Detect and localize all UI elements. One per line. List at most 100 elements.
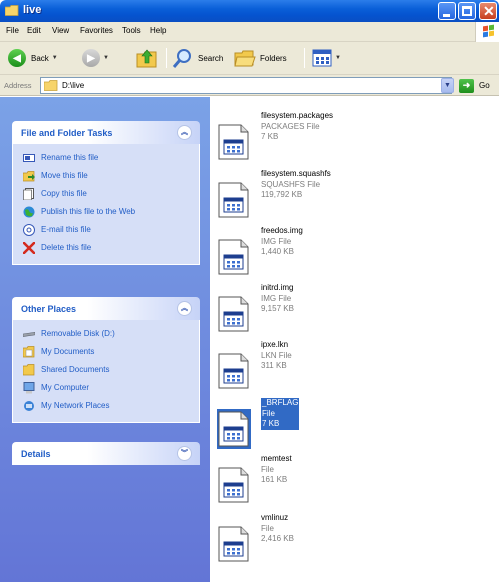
toolbar-separator: [304, 48, 305, 68]
file-size: 161 KB: [261, 475, 288, 484]
place-label: Shared Documents: [41, 365, 110, 374]
file-name: initrd.img: [261, 283, 294, 292]
go-arrow-icon[interactable]: ➜: [459, 79, 474, 93]
close-icon: ✕: [483, 3, 495, 19]
place-network-places[interactable]: My Network Places: [13, 398, 199, 416]
task-move[interactable]: Move this file: [13, 168, 199, 186]
up-folder-icon: [136, 49, 157, 68]
file-item[interactable]: freedos.img IMG File 1,440 KB: [210, 226, 499, 280]
place-removable-disk[interactable]: Removable Disk (D:): [13, 326, 199, 344]
panel-header[interactable]: Other Places ︽: [12, 297, 200, 320]
details-panel: Details ︾: [12, 442, 200, 465]
folder-icon: [5, 5, 19, 16]
task-delete[interactable]: Delete this file: [13, 240, 199, 258]
forward-dropdown-icon[interactable]: ▼: [103, 55, 109, 61]
back-dropdown-icon[interactable]: ▼: [52, 55, 58, 61]
collapse-icon[interactable]: ︽: [177, 125, 192, 140]
file-type: File: [261, 464, 274, 474]
file-item[interactable]: ipxe.lkn LKN File 311 KB: [210, 340, 499, 394]
place-my-computer[interactable]: My Computer: [13, 380, 199, 398]
place-label: My Network Places: [41, 401, 110, 410]
folders-label: Folders: [260, 53, 287, 63]
folders-button[interactable]: Folders: [234, 46, 287, 70]
file-type: IMG File: [261, 293, 292, 303]
menu-file[interactable]: File: [6, 26, 19, 35]
menu-favorites[interactable]: Favorites: [80, 26, 113, 35]
views-dropdown-icon: ▼: [335, 55, 341, 61]
move-icon: [23, 171, 35, 182]
panel-title: File and Folder Tasks: [21, 128, 113, 138]
chevron-down-icon: ▼: [444, 82, 451, 89]
file-size: 9,157 KB: [261, 304, 294, 313]
file-item[interactable]: filesystem.packages PACKAGES File 7 KB: [210, 111, 499, 165]
task-rename[interactable]: Rename this file: [13, 150, 199, 168]
minimize-icon: [443, 14, 450, 17]
file-info: filesystem.packages PACKAGES File 7 KB: [261, 111, 333, 143]
task-label: Copy this file: [41, 189, 87, 198]
task-label: Move this file: [41, 171, 88, 180]
file-icon: [218, 124, 249, 160]
menu-edit[interactable]: Edit: [27, 26, 41, 35]
address-input[interactable]: D:\live: [40, 77, 452, 94]
address-label: Address: [4, 81, 32, 90]
maximize-button[interactable]: [458, 2, 476, 20]
title-bar[interactable]: live ✕: [0, 0, 499, 22]
views-icon: [312, 49, 332, 67]
place-my-documents[interactable]: My Documents: [13, 344, 199, 362]
file-item[interactable]: filesystem.squashfs SQUASHFS File 119,79…: [210, 169, 499, 223]
network-places-icon: [24, 401, 34, 411]
file-type: File: [262, 408, 275, 418]
views-button[interactable]: ▼: [312, 46, 341, 70]
forward-button[interactable]: ▶ ▼: [82, 46, 109, 70]
maximize-icon: [462, 6, 472, 16]
file-info: _BRFLAG File 7 KB: [261, 398, 300, 430]
close-button[interactable]: ✕: [479, 2, 497, 20]
panel-header[interactable]: Details ︾: [12, 442, 200, 465]
file-folder-tasks-panel: File and Folder Tasks ︽ Rename this file…: [12, 121, 200, 265]
task-publish[interactable]: Publish this file to the Web: [13, 204, 199, 222]
go-button[interactable]: Go: [479, 81, 490, 90]
address-dropdown-button[interactable]: ▼: [441, 78, 454, 93]
file-info: freedos.img IMG File 1,440 KB: [261, 226, 303, 258]
file-item[interactable]: vmlinuz File 2,416 KB: [210, 513, 499, 567]
publish-web-icon: [23, 206, 35, 218]
other-places-panel: Other Places ︽ Removable Disk (D:) My Do…: [12, 297, 200, 423]
expand-icon[interactable]: ︾: [177, 446, 192, 461]
file-name: freedos.img: [261, 226, 303, 235]
my-computer-icon: [23, 382, 35, 394]
minimize-button[interactable]: [438, 2, 456, 20]
removable-disk-icon: [23, 332, 35, 337]
place-shared-documents[interactable]: Shared Documents: [13, 362, 199, 380]
file-list: filesystem.packages PACKAGES File 7 KB f…: [210, 97, 499, 582]
file-size: 2,416 KB: [261, 534, 294, 543]
search-button[interactable]: Search: [172, 46, 223, 70]
task-copy[interactable]: Copy this file: [13, 186, 199, 204]
my-documents-icon: [23, 346, 35, 358]
file-size: 7 KB: [261, 132, 279, 141]
file-icon: [218, 296, 249, 332]
panel-header[interactable]: File and Folder Tasks ︽: [12, 121, 200, 144]
file-info: vmlinuz File 2,416 KB: [261, 513, 294, 545]
menu-tools[interactable]: Tools: [122, 26, 141, 35]
file-type: SQUASHFS File: [261, 179, 321, 189]
menu-help[interactable]: Help: [150, 26, 166, 35]
toolbar-separator: [166, 48, 167, 68]
file-type: PACKAGES File: [261, 121, 320, 131]
copy-icon: [23, 188, 34, 200]
file-item[interactable]: initrd.img IMG File 9,157 KB: [210, 283, 499, 337]
collapse-icon[interactable]: ︽: [177, 301, 192, 316]
panel-body: Rename this file Move this file Copy thi…: [12, 144, 200, 265]
file-name: filesystem.squashfs: [261, 169, 331, 178]
place-label: My Documents: [41, 347, 95, 356]
task-label: Rename this file: [41, 153, 99, 162]
task-email[interactable]: E-mail this file: [13, 222, 199, 240]
menu-view[interactable]: View: [52, 26, 69, 35]
file-item[interactable]: _BRFLAG File 7 KB: [210, 398, 499, 452]
folders-icon: [234, 50, 256, 67]
email-icon: [23, 224, 35, 236]
back-button[interactable]: ◀ Back ▼: [8, 46, 58, 70]
forward-arrow-icon: ▶: [82, 49, 100, 67]
up-folder-button[interactable]: [136, 46, 158, 70]
file-item[interactable]: memtest File 161 KB: [210, 454, 499, 508]
task-label: E-mail this file: [41, 225, 91, 234]
